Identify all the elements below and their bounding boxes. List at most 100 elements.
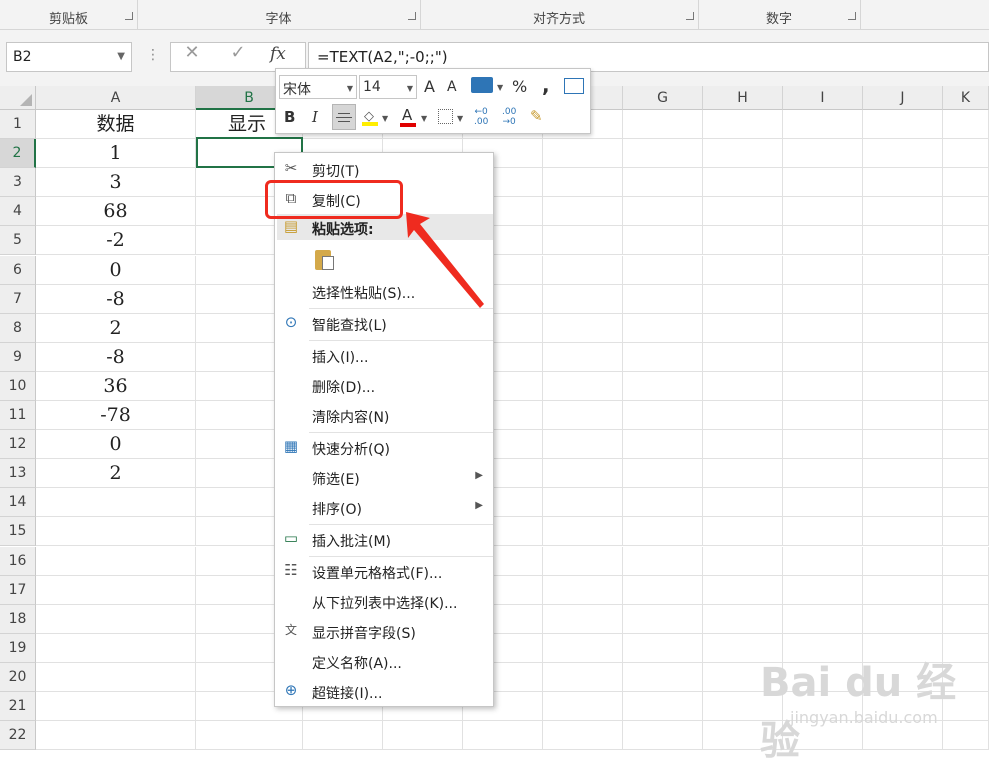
row-header-20[interactable]: 20: [0, 662, 36, 692]
menu-item-phonetic[interactable]: 文 显示拼音字段(S): [275, 617, 493, 647]
grid-cell[interactable]: [783, 226, 863, 256]
chevron-down-icon[interactable]: ▼: [407, 84, 413, 93]
comma-style-icon[interactable]: ,: [542, 73, 550, 97]
cell-a11[interactable]: -78: [36, 401, 196, 431]
cell-a1[interactable]: 数据: [36, 110, 196, 139]
grid-cell[interactable]: [703, 604, 783, 634]
cell-a7[interactable]: -8: [36, 284, 196, 314]
grid-cell[interactable]: [783, 197, 863, 227]
grid-cell[interactable]: [543, 604, 623, 634]
row-header-21[interactable]: 21: [0, 692, 36, 722]
menu-item-delete[interactable]: 删除(D)...: [275, 371, 493, 401]
grid-cell[interactable]: [623, 633, 703, 663]
grid-cell[interactable]: [703, 517, 783, 547]
alignment-launcher-icon[interactable]: [686, 12, 694, 20]
column-header-j[interactable]: J: [863, 86, 943, 110]
grid-cell[interactable]: [863, 517, 943, 547]
grid-cell[interactable]: [543, 517, 623, 547]
grid-cell[interactable]: [863, 546, 943, 576]
grid-cell[interactable]: [623, 575, 703, 605]
cell-a2[interactable]: 1: [36, 139, 196, 169]
grid-cell[interactable]: [543, 371, 623, 401]
row-header-16[interactable]: 16: [0, 546, 36, 576]
grid-cell[interactable]: [543, 633, 623, 663]
chevron-down-icon[interactable]: ▼: [382, 114, 388, 123]
grid-cell[interactable]: [943, 110, 989, 140]
accounting-format-icon[interactable]: [471, 77, 493, 93]
enter-icon[interactable]: ✓: [226, 42, 250, 72]
grid-cell[interactable]: [36, 488, 196, 518]
grid-cell[interactable]: [783, 110, 863, 140]
grid-cell[interactable]: [36, 692, 196, 722]
grow-font-icon[interactable]: A: [424, 77, 435, 96]
grid-cell[interactable]: [623, 401, 703, 431]
grid-cell[interactable]: [463, 721, 543, 751]
cell-a4[interactable]: 68: [36, 197, 196, 227]
grid-cell[interactable]: [703, 575, 783, 605]
grid-cell[interactable]: [783, 284, 863, 314]
number-launcher-icon[interactable]: [848, 12, 856, 20]
menu-item-sort[interactable]: 排序(O) ▶: [275, 493, 493, 523]
grid-cell[interactable]: [863, 284, 943, 314]
column-header-a[interactable]: A: [36, 86, 196, 110]
grid-cell[interactable]: [543, 168, 623, 198]
grid-cell[interactable]: [783, 255, 863, 285]
grid-cell[interactable]: [783, 313, 863, 343]
grid-cell[interactable]: [943, 546, 989, 576]
grid-cell[interactable]: [863, 604, 943, 634]
grid-cell[interactable]: [543, 342, 623, 372]
grid-cell[interactable]: [543, 430, 623, 460]
grid-cell[interactable]: [623, 721, 703, 751]
grid-cell[interactable]: [623, 168, 703, 198]
chevron-down-icon[interactable]: ▼: [421, 114, 427, 123]
grid-cell[interactable]: [703, 430, 783, 460]
row-header-5[interactable]: 5: [0, 226, 36, 256]
grid-cell[interactable]: [543, 546, 623, 576]
grid-cell[interactable]: [783, 371, 863, 401]
insert-function-icon[interactable]: fx: [270, 44, 286, 64]
grid-cell[interactable]: [943, 342, 989, 372]
column-header-i[interactable]: I: [783, 86, 863, 110]
grid-cell[interactable]: [943, 401, 989, 431]
font-size-select[interactable]: 14 ▼: [359, 75, 417, 99]
increase-decimal-icon[interactable]: ←0.00: [474, 107, 488, 127]
grid-cell[interactable]: [783, 575, 863, 605]
merge-cells-icon[interactable]: [564, 78, 584, 94]
clipboard-launcher-icon[interactable]: [125, 12, 133, 20]
grid-cell[interactable]: [36, 633, 196, 663]
grid-cell[interactable]: [543, 721, 623, 751]
row-header-2[interactable]: 2: [0, 139, 36, 169]
font-name-select[interactable]: 宋体 ▼: [279, 75, 357, 99]
grid-cell[interactable]: [783, 459, 863, 489]
menu-item-clear-contents[interactable]: 清除内容(N): [275, 401, 493, 431]
grid-cell[interactable]: [623, 371, 703, 401]
chevron-down-icon[interactable]: ▼: [457, 114, 463, 123]
grid-cell[interactable]: [703, 371, 783, 401]
grid-cell[interactable]: [623, 604, 703, 634]
column-header-g[interactable]: G: [623, 86, 703, 110]
menu-item-insert-comment[interactable]: ▭ 插入批注(M): [275, 525, 493, 555]
font-color-icon[interactable]: A: [399, 106, 417, 128]
italic-icon[interactable]: I: [312, 108, 318, 126]
more-options-icon[interactable]: ⋮: [146, 47, 160, 63]
grid-cell[interactable]: [703, 284, 783, 314]
row-header-13[interactable]: 13: [0, 459, 36, 489]
grid-cell[interactable]: [943, 197, 989, 227]
grid-cell[interactable]: [783, 401, 863, 431]
grid-cell[interactable]: [623, 255, 703, 285]
borders-icon[interactable]: [438, 109, 453, 124]
grid-cell[interactable]: [783, 342, 863, 372]
grid-cell[interactable]: [623, 430, 703, 460]
grid-cell[interactable]: [863, 313, 943, 343]
grid-cell[interactable]: [863, 401, 943, 431]
grid-cell[interactable]: [863, 488, 943, 518]
menu-item-format-cells[interactable]: ☷ 设置单元格格式(F)...: [275, 557, 493, 587]
chevron-down-icon[interactable]: ▼: [117, 51, 125, 62]
chevron-down-icon[interactable]: ▼: [497, 83, 503, 92]
bold-icon[interactable]: B: [284, 108, 295, 126]
row-header-1[interactable]: 1: [0, 110, 36, 140]
grid-cell[interactable]: [36, 517, 196, 547]
grid-cell[interactable]: [943, 517, 989, 547]
grid-cell[interactable]: [943, 313, 989, 343]
grid-cell[interactable]: [36, 546, 196, 576]
